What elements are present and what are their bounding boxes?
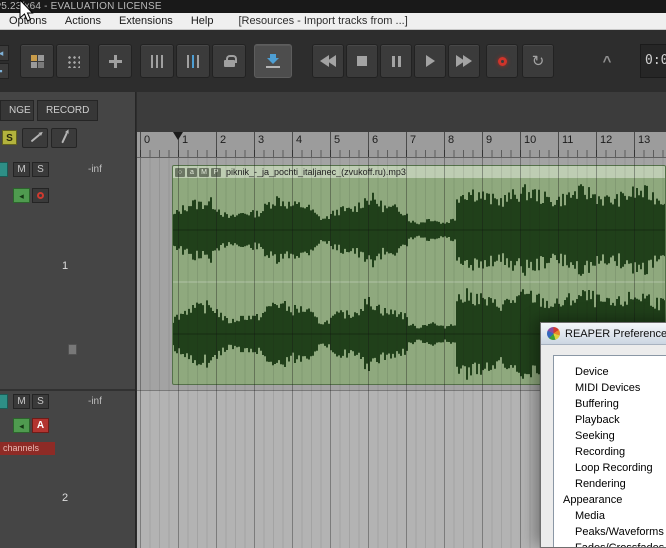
pref-item-fades-crossfades[interactable]: Fades/Crossfades	[554, 540, 666, 547]
vertical-lines-icon	[150, 54, 164, 68]
pencil-icon	[30, 133, 40, 143]
track1-solo-button[interactable]: S	[32, 162, 49, 177]
menu-extensions[interactable]: Extensions	[110, 13, 182, 29]
reaper-logo-icon	[547, 327, 560, 340]
grid-settings-button[interactable]	[20, 44, 54, 78]
media-item-header[interactable]: ○ a M P piknik_-_ja_pochti_italjanec_(zv…	[173, 166, 665, 178]
docker-tab-record[interactable]: RECORD	[37, 100, 99, 121]
edit-cursor-marker[interactable]	[173, 132, 183, 140]
forward-icon	[456, 55, 472, 67]
loop-icon: ↻	[531, 52, 545, 70]
dot-grid-icon	[66, 54, 80, 68]
transport-time-display: 0:00.000	[640, 44, 666, 78]
preferences-dialog: REAPER Preferences Device MIDI Devices B…	[540, 322, 666, 548]
pref-item-peaks-waveforms[interactable]: Peaks/Waveforms	[554, 524, 666, 540]
track1-number: 1	[62, 260, 69, 272]
track2-solo-button[interactable]: S	[32, 394, 49, 409]
draw-tool-button[interactable]	[51, 128, 77, 148]
pause-icon	[391, 55, 401, 67]
transport-stop-button[interactable]	[346, 44, 378, 78]
menu-options[interactable]: Options	[0, 13, 56, 29]
menu-bar: Options Actions Extensions Help [Resourc…	[0, 13, 666, 30]
track2-number: 2	[62, 492, 69, 504]
split-item-button[interactable]	[176, 44, 210, 78]
reaper-window: v5.23/x64 - EVALUATION LICENSE Options A…	[0, 0, 666, 548]
track2-record-arm-button[interactable]: A	[32, 418, 49, 433]
track1-fader-handle[interactable]	[68, 344, 77, 355]
track1-monitor-button[interactable]: ◂	[13, 188, 30, 203]
track2-monitor-button[interactable]: ◂	[13, 418, 30, 433]
move-cross-icon	[108, 54, 122, 68]
track2-fx-button[interactable]	[0, 394, 8, 409]
docker-tab-range[interactable]: NGE	[0, 100, 34, 121]
media-item-title: piknik_-_ja_pochti_italjanec_(zvukoff.ru…	[226, 167, 406, 177]
track1-volume-readout: -inf	[88, 164, 102, 175]
preferences-titlebar[interactable]: REAPER Preferences	[541, 323, 666, 345]
pref-item-rendering[interactable]: Rendering	[554, 476, 666, 492]
transport-record-button[interactable]	[486, 44, 518, 78]
item-pitch-icon[interactable]: P	[211, 167, 221, 177]
docker-empty-strip	[137, 92, 666, 132]
snap-grid-button[interactable]	[56, 44, 90, 78]
grid-lines-button[interactable]	[140, 44, 174, 78]
track-control-panel: NGE RECORD S M S -inf ◂ 1 M S -inf ◂ A c…	[0, 92, 136, 548]
preferences-category-list: Device MIDI Devices Buffering Playback S…	[553, 355, 666, 547]
track1-fx-button[interactable]	[0, 162, 8, 177]
pref-item-device[interactable]: Device	[554, 364, 666, 380]
rewind-icon	[320, 55, 336, 67]
pref-item-appearance[interactable]: Appearance	[554, 492, 666, 508]
record-icon	[497, 56, 507, 66]
play-icon	[425, 55, 435, 67]
toolbar-overflow-button[interactable]: ^	[592, 44, 622, 78]
pref-item-midi-devices[interactable]: MIDI Devices	[554, 380, 666, 396]
transport-rewind-button[interactable]	[312, 44, 344, 78]
import-down-arrow-icon	[266, 54, 280, 68]
track2-volume-readout: -inf	[88, 396, 102, 407]
track1-mute-button[interactable]: M	[13, 162, 30, 177]
track1-record-arm-button[interactable]	[32, 188, 49, 203]
record-arm-icon	[37, 192, 44, 199]
preferences-title: REAPER Preferences	[565, 327, 666, 340]
squares-grid-icon	[30, 54, 44, 68]
menu-actions[interactable]: Actions	[56, 13, 110, 29]
timeline-ruler[interactable]: 0 1 2 3 4 5 6 7 8 9 10 11 12 13	[137, 132, 666, 158]
stop-icon	[357, 56, 367, 66]
pref-item-recording[interactable]: Recording	[554, 444, 666, 460]
item-loop-icon[interactable]: ○	[175, 167, 185, 177]
envelope-pencil-button[interactable]	[22, 128, 48, 148]
import-media-button[interactable]	[254, 44, 292, 78]
pref-item-buffering[interactable]: Buffering	[554, 396, 666, 412]
item-props-icon[interactable]: a	[187, 167, 197, 177]
lock-button[interactable]	[212, 44, 246, 78]
main-toolbar: ◂ ▪ ↻ ^ 0:	[0, 30, 666, 92]
clipped-toolbar-button-2[interactable]: ▪	[0, 63, 9, 79]
caret-icon: ^	[602, 52, 612, 70]
item-mute-icon[interactable]: M	[199, 167, 209, 177]
pref-item-media[interactable]: Media	[554, 508, 666, 524]
transport-play-button[interactable]	[414, 44, 446, 78]
clipped-toolbar-button-1[interactable]: ◂	[0, 45, 9, 61]
pen-icon	[60, 132, 68, 144]
solo-tool-button[interactable]: S	[2, 130, 17, 145]
docker-caption: [Resources - Import tracks from ...]	[238, 15, 408, 27]
track-divider	[0, 389, 135, 391]
transport-repeat-button[interactable]: ↻	[522, 44, 554, 78]
pref-item-seeking[interactable]: Seeking	[554, 428, 666, 444]
track2-mute-button[interactable]: M	[13, 394, 30, 409]
split-icon	[187, 54, 199, 68]
lock-icon	[223, 55, 237, 67]
ruler-minor-ticks	[137, 150, 666, 157]
menu-help[interactable]: Help	[182, 13, 223, 29]
window-title: v5.23/x64 - EVALUATION LICENSE	[0, 1, 162, 12]
pref-item-playback[interactable]: Playback	[554, 412, 666, 428]
track2-record-input-badge[interactable]: channels	[0, 442, 55, 455]
pref-item-loop-recording[interactable]: Loop Recording	[554, 460, 666, 476]
move-tool-button[interactable]	[98, 44, 132, 78]
transport-pause-button[interactable]	[380, 44, 412, 78]
transport-forward-button[interactable]	[448, 44, 480, 78]
window-titlebar: v5.23/x64 - EVALUATION LICENSE	[0, 0, 666, 13]
